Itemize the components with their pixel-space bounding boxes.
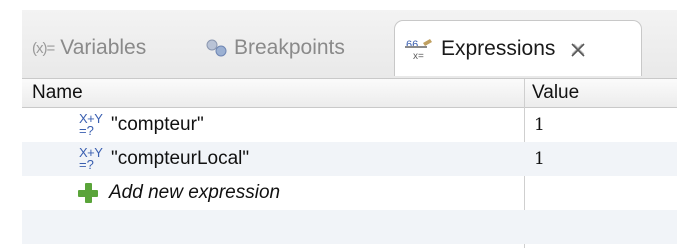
expressions-view: (x)= Variables Breakpoints 66 x= Express… — [22, 10, 677, 248]
tab-expressions[interactable]: 66 x= Expressions — [394, 20, 642, 76]
watch-expression-icon: X+Y =? — [79, 145, 103, 172]
expression-value: 1 — [534, 149, 545, 169]
tab-breakpoints[interactable]: Breakpoints — [206, 20, 345, 76]
svg-text:x=: x= — [413, 51, 424, 61]
tab-variables-label: Variables — [60, 36, 147, 59]
add-icon — [77, 182, 99, 204]
column-header-value[interactable]: Value — [532, 79, 579, 107]
add-expression-cell: Add new expression — [77, 176, 280, 210]
expression-name: "compteur" — [111, 114, 204, 135]
table-header: Name Value — [22, 79, 677, 108]
expression-name: "compteurLocal" — [111, 148, 250, 169]
variables-icon: (x)= — [32, 39, 55, 57]
tab-expressions-label: Expressions — [441, 36, 556, 60]
tab-bar: (x)= Variables Breakpoints 66 x= Express… — [22, 10, 677, 78]
expression-name-cell: X+Y =? "compteurLocal" — [77, 142, 249, 176]
expression-value: 1 — [534, 115, 545, 135]
close-icon[interactable] — [569, 41, 587, 59]
svg-text:66: 66 — [406, 39, 418, 51]
expressions-icon: 66 x= — [405, 37, 435, 61]
add-expression-row[interactable]: Add new expression — [22, 176, 677, 210]
table-row[interactable]: X+Y =? "compteurLocal" 1 — [22, 142, 677, 176]
empty-row — [22, 210, 677, 244]
expression-name-cell: X+Y =? "compteur" — [77, 108, 204, 142]
tab-breakpoints-label: Breakpoints — [234, 36, 345, 59]
expressions-table: Name Value X+Y =? "compteur" 1 X+Y =? "c… — [22, 78, 677, 248]
add-expression-label: Add new expression — [109, 182, 281, 203]
watch-expression-icon: X+Y =? — [79, 111, 103, 138]
breakpoints-icon — [206, 39, 228, 57]
table-row[interactable]: X+Y =? "compteur" 1 — [22, 108, 677, 142]
tab-variables[interactable]: (x)= Variables — [32, 20, 146, 76]
column-header-name[interactable]: Name — [32, 79, 83, 107]
